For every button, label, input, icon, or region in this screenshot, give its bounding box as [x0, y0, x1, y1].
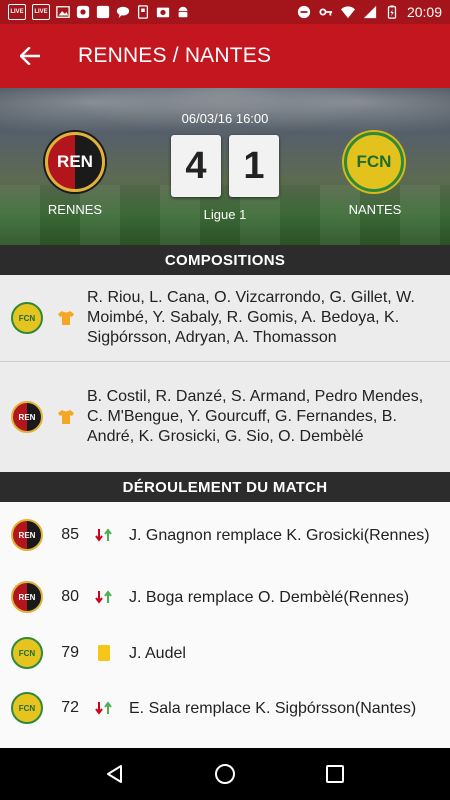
home-score: 4	[171, 135, 221, 197]
nantes-logo: FCN	[11, 637, 43, 669]
square-icon	[96, 5, 110, 19]
event-text: J. Audel	[129, 644, 186, 662]
shirt-icon	[58, 311, 74, 325]
rennes-logo: REN	[11, 519, 43, 551]
event-minute: 85	[61, 526, 79, 543]
match-datetime: 06/03/16 16:00	[181, 111, 269, 126]
image-icon	[56, 6, 70, 18]
event-text: J. Gnagnon remplace K. Grosicki(Rennes)	[129, 526, 430, 544]
lineup-players-rennes: B. Costil, R. Danzé, S. Armand, Pedro Me…	[87, 388, 424, 445]
wifi-icon	[340, 6, 355, 19]
substitution-icon	[93, 700, 115, 716]
rennes-logo: REN	[11, 581, 43, 613]
match-header: 06/03/16 16:00 REN RENNES 4 1 Ligue 1 FC…	[0, 88, 450, 245]
nantes-logo: FCN	[11, 692, 43, 724]
team-logo-text: FCN	[18, 648, 36, 658]
photo-icon	[156, 7, 170, 18]
nav-recents-icon	[326, 765, 344, 783]
away-score: 1	[229, 135, 279, 197]
substitution-icon	[93, 527, 115, 543]
shirt-icon	[58, 410, 74, 424]
live-icon: LIVE	[32, 4, 50, 20]
live-label: LIVE	[10, 9, 24, 15]
away-team-name: NANTES	[348, 202, 402, 217]
do-not-disturb-icon	[297, 5, 311, 19]
status-time: 20:09	[406, 4, 442, 20]
app-bar: RENNES / NANTES	[0, 24, 450, 88]
nav-back-icon	[107, 765, 122, 783]
event-item[interactable]: REN 80 J. Boga remplace O. Dembèlé(Renne…	[0, 577, 450, 617]
yellow-card-icon	[93, 644, 115, 662]
team-logo-text: REN	[18, 592, 36, 602]
navigation-bar	[0, 748, 450, 800]
chat-icon	[116, 6, 130, 19]
team-logo-text: REN	[18, 530, 36, 540]
arrow-back-icon	[20, 47, 40, 65]
lineup-row-nantes: FCN R. Riou, L. Cana, O. Vizcarrondo, G.…	[0, 275, 450, 362]
event-text: J. Boga remplace O. Dembèlé(Rennes)	[129, 588, 410, 606]
nantes-logo: FCN	[11, 302, 43, 334]
rennes-logo-text: REN	[18, 412, 36, 422]
nav-home-icon	[215, 764, 235, 784]
event-minute: 79	[61, 644, 79, 661]
card-icon	[137, 5, 149, 19]
rennes-logo: REN	[11, 401, 43, 433]
nav-recents-button[interactable]	[315, 754, 355, 794]
event-minute: 80	[61, 588, 79, 605]
nantes-logo-text: FCN	[18, 313, 36, 323]
android-icon	[178, 6, 188, 18]
home-team-logo[interactable]: REN	[45, 132, 105, 192]
away-team-logo-text: FCN	[356, 152, 392, 171]
substitution-icon	[93, 589, 115, 605]
lineup-players-nantes: R. Riou, L. Cana, O. Vizcarrondo, G. Gil…	[87, 289, 415, 346]
app-icon	[76, 5, 90, 19]
status-bar: LIVE LIVE 20:09	[0, 0, 450, 24]
lineup-row-rennes: REN B. Costil, R. Danzé, S. Armand, Pedr…	[0, 362, 450, 472]
event-text: E. Sala remplace K. Sigþórsson(Nantes)	[129, 699, 417, 717]
battery-charging-icon	[387, 5, 397, 19]
live-label: LIVE	[34, 9, 48, 15]
key-icon	[319, 8, 333, 16]
home-team-logo-text: REN	[57, 152, 93, 171]
page-title: RENNES / NANTES	[78, 44, 272, 67]
event-minute: 72	[61, 699, 79, 716]
event-item[interactable]: FCN 79 J. Audel	[0, 633, 450, 673]
live-icon: LIVE	[8, 4, 26, 20]
nav-home-button[interactable]	[205, 754, 245, 794]
events-list: REN 85 J. Gnagnon remplace K. Grosicki(R…	[0, 502, 450, 748]
signal-icon	[363, 5, 377, 19]
nav-back-button[interactable]	[95, 754, 135, 794]
event-item[interactable]: REN 85 J. Gnagnon remplace K. Grosicki(R…	[0, 513, 450, 557]
away-team-logo[interactable]: FCN	[344, 132, 404, 192]
back-button[interactable]	[0, 24, 60, 88]
event-item[interactable]: FCN 72 E. Sala remplace K. Sigþórsson(Na…	[0, 688, 450, 728]
compositions-header: COMPOSITIONS	[0, 245, 450, 275]
team-logo-text: FCN	[18, 703, 36, 713]
match-events-header: DÉROULEMENT DU MATCH	[0, 472, 450, 502]
